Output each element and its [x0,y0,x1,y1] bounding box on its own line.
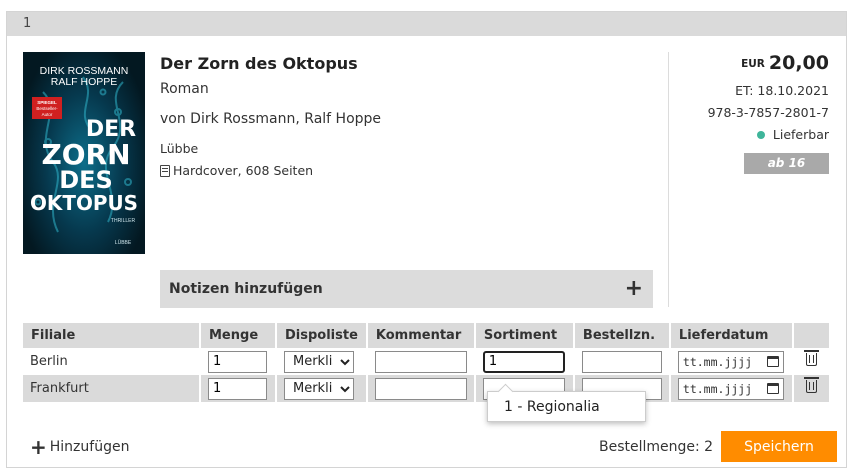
cover-art: DIRK ROSSMANN RALF HOPPE SPIEGEL Bestsel… [30,65,138,246]
col-actions [792,323,831,348]
cell-actions [792,375,831,402]
order-card: 1 DIRK ROSSMANN RALF HOPPE SPIEGEL Bests… [6,11,847,468]
add-branch-label: Hinzufügen [49,439,130,455]
col-lieferdatum: Lieferdatum [669,323,794,348]
cell-dispoliste: Merkliste [276,348,368,375]
cell-filiale: Berlin [23,348,201,375]
cell-menge [200,375,277,402]
column-divider [668,52,669,307]
col-sortiment: Sortiment [474,323,575,348]
cell-actions [792,348,831,375]
price: EUR 20,00 [741,52,829,74]
badge-line-3: Autor [42,112,53,117]
table-row: Frankfurt Merkliste tt.mm.jjjj [23,375,831,402]
cover-author-2: RALF HOPPE [51,76,118,88]
age-badge: ab 16 Jahren [744,153,829,191]
order-reference-input[interactable] [581,350,662,373]
save-button[interactable]: Speichern [721,431,837,462]
quantity-input[interactable] [208,350,267,373]
trash-icon[interactable] [803,377,819,393]
book-subtitle: Roman [160,81,209,97]
cover-publisher: LÜBBE [115,239,132,246]
cell-lieferdatum: tt.mm.jjjj [669,375,794,402]
cell-sortiment [474,348,575,375]
book-cover: DIRK ROSSMANN RALF HOPPE SPIEGEL Bestsel… [23,52,145,254]
sortiment-autocomplete-option[interactable]: 1 - Regionalia [487,391,646,422]
col-filiale: Filiale [23,323,201,348]
book-authors: von Dirk Rossmann, Ralf Hoppe [160,111,382,127]
comment-input[interactable] [374,350,467,373]
cover-title-4: OKTOPUS [30,191,138,215]
book-icon [160,164,170,177]
cell-lieferdatum: tt.mm.jjjj [669,348,794,375]
dispoliste-select[interactable]: Merkliste [284,377,354,400]
availability-dot-icon [756,130,765,139]
card-header: 1 [7,12,846,36]
cell-kommentar [366,375,476,402]
availability-label: Lieferbar [772,127,829,142]
dispoliste-select[interactable]: Merkliste [284,350,354,373]
date-placeholder: tt.mm.jjjj [682,381,753,396]
col-bestellzn: Bestellzn. [573,323,671,348]
table-row: Berlin Merkliste tt.mm.jjjj [23,348,831,375]
book-format-label: Hardcover, 608 Seiten [173,163,314,178]
calendar-icon[interactable] [766,383,779,394]
order-quantity: Bestellmenge: 2 [599,439,714,455]
delivery-date-input[interactable]: tt.mm.jjjj [677,350,784,373]
book-format: Hardcover, 608 Seiten [160,163,313,178]
branch-order-table: Filiale Menge Dispoliste Kommentar Sorti… [23,323,831,402]
sortiment-input[interactable] [482,350,565,373]
release-date: ET: 18.10.2021 [735,83,829,98]
calendar-icon[interactable] [766,356,779,367]
quantity-input[interactable] [208,377,267,400]
cell-kommentar [366,348,476,375]
cover-title-3: DES [59,166,113,194]
table-header-row: Filiale Menge Dispoliste Kommentar Sorti… [23,323,831,348]
cell-menge [200,348,277,375]
trash-icon[interactable] [803,350,819,366]
col-menge: Menge [200,323,277,348]
cell-bestellzn [573,348,671,375]
badge-line-2: Bestseller- [36,106,58,111]
add-branch-button[interactable]: + Hinzufügen [30,437,129,457]
plus-icon: + [624,276,643,301]
cell-dispoliste: Merkliste [276,375,368,402]
cell-filiale: Frankfurt [23,375,201,402]
plus-icon: + [30,435,47,459]
col-kommentar: Kommentar [366,323,476,348]
price-value: 20,00 [768,52,829,74]
comment-input[interactable] [374,377,467,400]
badge-line-1: SPIEGEL [37,100,57,105]
isbn: 978-3-7857-2801-7 [707,105,829,120]
price-currency: EUR [741,58,765,70]
book-publisher: Lübbe [160,141,199,156]
delivery-date-input[interactable]: tt.mm.jjjj [677,377,784,400]
availability: Lieferbar [756,127,829,142]
date-placeholder: tt.mm.jjjj [682,354,753,369]
book-title[interactable]: Der Zorn des Oktopus [160,54,358,73]
cover-genre: THRILLER [111,218,136,224]
add-notes-label: Notizen hinzufügen [169,281,323,297]
col-dispoliste: Dispoliste [276,323,368,348]
add-notes-button[interactable]: Notizen hinzufügen + [160,270,653,308]
